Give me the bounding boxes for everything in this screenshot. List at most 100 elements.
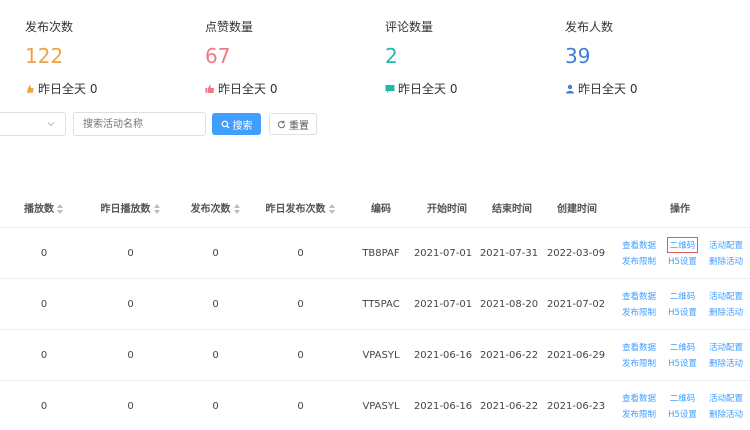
stat-label: 点赞数量 xyxy=(205,20,254,34)
activity-config-link[interactable]: 活动配置 xyxy=(707,340,745,354)
cell-created-time: 2021-07-02 xyxy=(546,299,606,310)
stat-sub: 昨日全天 0 xyxy=(565,80,637,97)
cell-publish-count: 0 xyxy=(212,350,219,361)
cell-plays: 0 xyxy=(40,248,48,259)
cell-end-time: 2021-06-22 xyxy=(479,401,539,412)
cell-created-time: 2021-06-23 xyxy=(546,401,606,412)
activity-config-link[interactable]: 活动配置 xyxy=(707,238,745,252)
stat-sub-text: 昨日全天 0 xyxy=(38,82,98,96)
activity-config-link[interactable]: 活动配置 xyxy=(707,391,745,405)
search-button-label: 搜索 xyxy=(232,120,253,132)
reset-button[interactable]: 重置 xyxy=(269,113,317,135)
cell-created-time: 2021-06-29 xyxy=(546,350,606,361)
cell-start-time: 2021-06-16 xyxy=(413,401,473,412)
view-data-link[interactable]: 查看数据 xyxy=(620,391,658,405)
sort-icon[interactable] xyxy=(57,204,64,214)
action-line: 发布限制 H5设置 删除活动 xyxy=(620,355,745,371)
column-header-created: 创建时间 xyxy=(557,204,597,215)
column-header-publish-count[interactable]: 发布次数 xyxy=(173,192,258,228)
delete-activity-link[interactable]: 删除活动 xyxy=(707,305,745,319)
stat-value: 67 xyxy=(205,44,231,68)
search-input[interactable] xyxy=(73,112,206,136)
qrcode-link[interactable]: 二维码 xyxy=(668,289,698,303)
cell-yesterday-plays: 0 xyxy=(127,350,134,361)
h5-settings-link[interactable]: H5设置 xyxy=(666,254,699,268)
view-data-link[interactable]: 查看数据 xyxy=(620,340,658,354)
table-row: 0 0 0 0 VPASYL 2021-06-16 2021-06-22 2021-06-29… xyxy=(0,330,750,381)
qrcode-link[interactable]: 二维码 xyxy=(666,237,699,253)
cell-end-time: 2021-06-22 xyxy=(479,350,539,361)
cell-created-time: 2022-03-09 xyxy=(546,248,606,259)
row-actions: 查看数据 二维码 活动配置 发布限制 H5设置 删除活动 xyxy=(620,237,745,269)
stat-value: 122 xyxy=(25,44,64,68)
stat-sub-text: 昨日全天 0 xyxy=(578,82,638,96)
sort-icon[interactable] xyxy=(233,204,241,214)
table-row: 0 0 0 0 TT5PAC 2021-07-01 2021-08-20 2021-07-02… xyxy=(0,279,750,330)
column-header-plays[interactable]: 播放数 xyxy=(0,192,88,228)
action-line: 发布限制 H5设置 删除活动 xyxy=(620,304,745,320)
publish-limit-link[interactable]: 发布限制 xyxy=(620,356,658,370)
stat-sub: 昨日全天 0 xyxy=(25,80,97,97)
stat-label: 发布次数 xyxy=(25,20,74,34)
column-header-start: 开始时间 xyxy=(427,204,467,215)
cell-yesterday-plays: 0 xyxy=(127,299,134,310)
qrcode-link[interactable]: 二维码 xyxy=(668,340,698,354)
comment-icon xyxy=(385,84,395,93)
action-line: 查看数据 二维码 活动配置 xyxy=(620,237,745,253)
action-line: 发布限制 H5设置 删除活动 xyxy=(620,253,745,269)
cell-yesterday-plays: 0 xyxy=(127,401,134,412)
view-data-link[interactable]: 查看数据 xyxy=(620,289,658,303)
publish-limit-link[interactable]: 发布限制 xyxy=(620,407,658,421)
column-header-yesterday-plays[interactable]: 昨日播放数 xyxy=(88,192,173,228)
cell-yesterday-publish: 0 xyxy=(297,350,304,361)
category-select[interactable] xyxy=(0,112,66,136)
activity-config-link[interactable]: 活动配置 xyxy=(707,289,745,303)
cell-start-time: 2021-07-01 xyxy=(413,248,473,259)
action-line: 查看数据 二维码 活动配置 xyxy=(620,339,745,355)
sort-icon[interactable] xyxy=(153,204,161,214)
delete-activity-link[interactable]: 删除活动 xyxy=(707,407,745,421)
h5-settings-link[interactable]: H5设置 xyxy=(666,356,699,370)
row-actions: 查看数据 二维码 活动配置 发布限制 H5设置 删除活动 xyxy=(620,288,745,320)
stat-sub-text: 昨日全天 0 xyxy=(218,82,278,96)
cell-end-time: 2021-07-31 xyxy=(479,248,539,259)
thumb-icon xyxy=(27,84,34,93)
cell-yesterday-publish: 0 xyxy=(297,299,304,310)
column-header-yesterday-publish[interactable]: 昨日发布次数 xyxy=(258,192,343,228)
action-line: 发布限制 H5设置 删除活动 xyxy=(620,406,745,422)
search-icon xyxy=(221,120,230,129)
search-button[interactable]: 搜索 xyxy=(212,113,261,135)
action-line: 查看数据 二维码 活动配置 xyxy=(620,390,745,406)
h5-settings-link[interactable]: H5设置 xyxy=(666,305,699,319)
action-line: 查看数据 二维码 活动配置 xyxy=(620,288,745,304)
delete-activity-link[interactable]: 删除活动 xyxy=(707,254,745,268)
table-header: 播放数 昨日播放数 发布次数 昨日发布次数 编码 开始时间 结束时间 创建时间 … xyxy=(0,192,750,228)
cell-yesterday-publish: 0 xyxy=(297,401,304,412)
activity-table: 播放数 昨日播放数 发布次数 昨日发布次数 编码 开始时间 结束时间 创建时间 … xyxy=(0,192,750,430)
view-data-link[interactable]: 查看数据 xyxy=(620,238,658,252)
column-header-end: 结束时间 xyxy=(492,204,532,215)
stat-sub-text: 昨日全天 0 xyxy=(398,82,458,96)
qrcode-link[interactable]: 二维码 xyxy=(668,391,698,405)
chevron-down-icon xyxy=(47,122,55,127)
h5-settings-link[interactable]: H5设置 xyxy=(666,407,699,421)
publish-limit-link[interactable]: 发布限制 xyxy=(620,254,658,268)
table-row: 0 0 0 0 TB8PAF 2021-07-01 2021-07-31 2022-03-09… xyxy=(0,228,750,279)
cell-plays: 0 xyxy=(40,350,48,361)
column-header-code: 编码 xyxy=(371,204,391,215)
cell-yesterday-publish: 0 xyxy=(297,248,304,259)
cell-start-time: 2021-06-16 xyxy=(413,350,473,361)
row-actions: 查看数据 二维码 活动配置 发布限制 H5设置 删除活动 xyxy=(620,339,745,371)
stat-value: 2 xyxy=(385,44,398,68)
cell-code: TT5PAC xyxy=(362,299,400,310)
stat-label: 发布人数 xyxy=(565,20,614,34)
delete-activity-link[interactable]: 删除活动 xyxy=(707,356,745,370)
sort-icon[interactable] xyxy=(328,204,336,214)
cell-code: VPASYL xyxy=(362,401,400,412)
stat-sub: 昨日全天 0 xyxy=(385,80,457,97)
publish-limit-link[interactable]: 发布限制 xyxy=(620,305,658,319)
cell-start-time: 2021-07-01 xyxy=(413,299,473,310)
cell-plays: 0 xyxy=(40,299,48,310)
reset-button-label: 重置 xyxy=(289,120,309,132)
cell-publish-count: 0 xyxy=(212,299,219,310)
